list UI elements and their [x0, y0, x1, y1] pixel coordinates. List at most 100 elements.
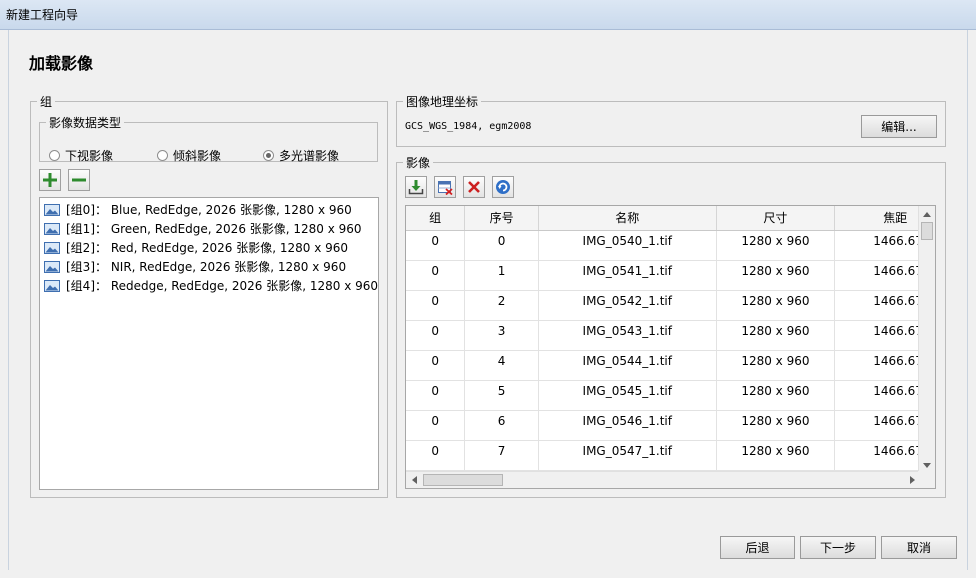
- column-header-name[interactable]: 名称: [538, 206, 717, 231]
- horizontal-scroll-thumb[interactable]: [423, 474, 503, 486]
- image-table-grid: 组 序号 名称 尺寸 焦距 0 0 IMG_0540_1.tif 1280 x …: [406, 206, 935, 471]
- image-type-legend: 影像数据类型: [49, 116, 122, 130]
- table-row[interactable]: 0 4 IMG_0544_1.tif 1280 x 960 1466.67: [406, 350, 935, 381]
- plus-icon: [43, 173, 57, 187]
- scroll-corner: [918, 471, 935, 488]
- next-button[interactable]: 下一步: [800, 536, 876, 559]
- cell-size: 1280 x 960: [716, 410, 836, 441]
- image-icon: [44, 241, 60, 254]
- cell-group: 0: [406, 290, 466, 321]
- cell-name: IMG_0544_1.tif: [538, 350, 717, 381]
- cell-group: 0: [406, 380, 466, 411]
- table-row[interactable]: 0 0 IMG_0540_1.tif 1280 x 960 1466.67: [406, 230, 935, 261]
- scroll-left-icon[interactable]: [412, 476, 417, 484]
- add-group-button[interactable]: [39, 169, 61, 191]
- cell-index: 6: [464, 410, 539, 441]
- cell-size: 1280 x 960: [716, 230, 836, 261]
- cell-index: 1: [464, 260, 539, 291]
- list-item-label: [组3]： NIR, RedEdge, 2026 张影像, 1280 x 960: [66, 260, 347, 274]
- list-item[interactable]: [组2]： Red, RedEdge, 2026 张影像, 1280 x 960: [40, 238, 378, 257]
- cell-size: 1280 x 960: [716, 290, 836, 321]
- image-table[interactable]: 组 序号 名称 尺寸 焦距 0 0 IMG_0540_1.tif 1280 x …: [405, 205, 936, 489]
- remove-group-button[interactable]: [68, 169, 90, 191]
- column-header-index[interactable]: 序号: [464, 206, 539, 231]
- cell-size: 1280 x 960: [716, 260, 836, 291]
- horizontal-scrollbar[interactable]: [406, 471, 920, 488]
- table-row[interactable]: 0 3 IMG_0543_1.tif 1280 x 960 1466.67: [406, 320, 935, 351]
- list-item[interactable]: [组3]： NIR, RedEdge, 2026 张影像, 1280 x 960: [40, 257, 378, 276]
- table-row[interactable]: 0 2 IMG_0542_1.tif 1280 x 960 1466.67: [406, 290, 935, 321]
- radio-nadir-label: 下视影像: [65, 149, 114, 163]
- table-row[interactable]: 0 1 IMG_0541_1.tif 1280 x 960 1466.67: [406, 260, 935, 291]
- cell-group: 0: [406, 230, 466, 261]
- cell-name: IMG_0543_1.tif: [538, 320, 717, 351]
- cell-group: 0: [406, 260, 466, 291]
- list-item-label: [组4]： Rededge, RedEdge, 2026 张影像, 1280 x…: [66, 279, 379, 293]
- radio-oblique[interactable]: 倾斜影像: [157, 147, 221, 164]
- cell-name: IMG_0547_1.tif: [538, 440, 717, 471]
- cell-size: 1280 x 960: [716, 350, 836, 381]
- column-header-size[interactable]: 尺寸: [716, 206, 836, 231]
- cell-size: 1280 x 960: [716, 380, 836, 411]
- cell-size: 1280 x 960: [716, 440, 836, 471]
- group-panel-legend: 组: [40, 95, 53, 109]
- radio-multispectral[interactable]: 多光谱影像: [263, 147, 339, 164]
- radio-nadir[interactable]: 下视影像: [49, 147, 113, 164]
- scroll-down-icon[interactable]: [923, 463, 931, 468]
- delete-images-button[interactable]: [463, 176, 485, 198]
- column-header-group[interactable]: 组: [406, 206, 466, 231]
- list-item[interactable]: [组4]： Rededge, RedEdge, 2026 张影像, 1280 x…: [40, 276, 378, 295]
- table-row[interactable]: 0 7 IMG_0547_1.tif 1280 x 960 1466.67: [406, 440, 935, 471]
- scroll-right-icon[interactable]: [910, 476, 915, 484]
- cell-index: 5: [464, 380, 539, 411]
- edit-crs-button[interactable]: 编辑...: [861, 115, 937, 138]
- table-row[interactable]: 0 6 IMG_0546_1.tif 1280 x 960 1466.67: [406, 410, 935, 441]
- image-icon: [44, 222, 60, 235]
- geo-crs-value: GCS_WGS_1984, egm2008: [405, 121, 532, 132]
- list-item[interactable]: [组1]： Green, RedEdge, 2026 张影像, 1280 x 9…: [40, 219, 378, 238]
- list-item-label: [组1]： Green, RedEdge, 2026 张影像, 1280 x 9…: [66, 222, 362, 236]
- image-panel-legend: 影像: [406, 156, 431, 170]
- back-button[interactable]: 后退: [720, 536, 795, 559]
- group-list[interactable]: [组0]： Blue, RedEdge, 2026 张影像, 1280 x 96…: [39, 197, 379, 490]
- image-icon: [44, 203, 60, 216]
- cell-index: 4: [464, 350, 539, 381]
- radio-oblique-circle[interactable]: [157, 150, 168, 161]
- list-item[interactable]: [组0]： Blue, RedEdge, 2026 张影像, 1280 x 96…: [40, 200, 378, 219]
- radio-nadir-circle[interactable]: [49, 150, 60, 161]
- cell-name: IMG_0546_1.tif: [538, 410, 717, 441]
- cell-group: 0: [406, 440, 466, 471]
- refresh-button[interactable]: [492, 176, 514, 198]
- import-images-button[interactable]: [405, 176, 427, 198]
- import-icon: [408, 180, 424, 195]
- list-item-label: [组2]： Red, RedEdge, 2026 张影像, 1280 x 960: [66, 241, 349, 255]
- cell-group: 0: [406, 320, 466, 351]
- table-header-row: 组 序号 名称 尺寸 焦距: [406, 206, 935, 231]
- scroll-up-icon[interactable]: [923, 212, 931, 217]
- cell-index: 3: [464, 320, 539, 351]
- title-bar: 新建工程向导: [0, 0, 976, 30]
- window-title: 新建工程向导: [6, 8, 79, 22]
- minus-icon: [72, 178, 86, 182]
- vertical-scroll-thumb[interactable]: [921, 222, 933, 240]
- vertical-scrollbar[interactable]: [918, 206, 935, 472]
- image-type-box: 影像数据类型 下视影像 倾斜影像 多光谱影像: [39, 114, 378, 164]
- cell-index: 7: [464, 440, 539, 471]
- radio-oblique-label: 倾斜影像: [173, 149, 222, 163]
- cell-name: IMG_0545_1.tif: [538, 380, 717, 411]
- page-title: 加载影像: [29, 54, 94, 73]
- cancel-button[interactable]: 取消: [881, 536, 957, 559]
- close-icon: [468, 181, 480, 193]
- remove-from-table-button[interactable]: [434, 176, 456, 198]
- cell-group: 0: [406, 410, 466, 441]
- cell-name: IMG_0542_1.tif: [538, 290, 717, 321]
- image-icon: [44, 260, 60, 273]
- geo-panel-legend: 图像地理坐标: [406, 95, 479, 109]
- list-item-label: [组0]： Blue, RedEdge, 2026 张影像, 1280 x 96…: [66, 203, 352, 217]
- image-icon: [44, 279, 60, 292]
- table-row[interactable]: 0 5 IMG_0545_1.tif 1280 x 960 1466.67: [406, 380, 935, 411]
- radio-multispectral-circle[interactable]: [263, 150, 274, 161]
- cell-size: 1280 x 960: [716, 320, 836, 351]
- radio-multispectral-label: 多光谱影像: [279, 149, 340, 163]
- cell-name: IMG_0541_1.tif: [538, 260, 717, 291]
